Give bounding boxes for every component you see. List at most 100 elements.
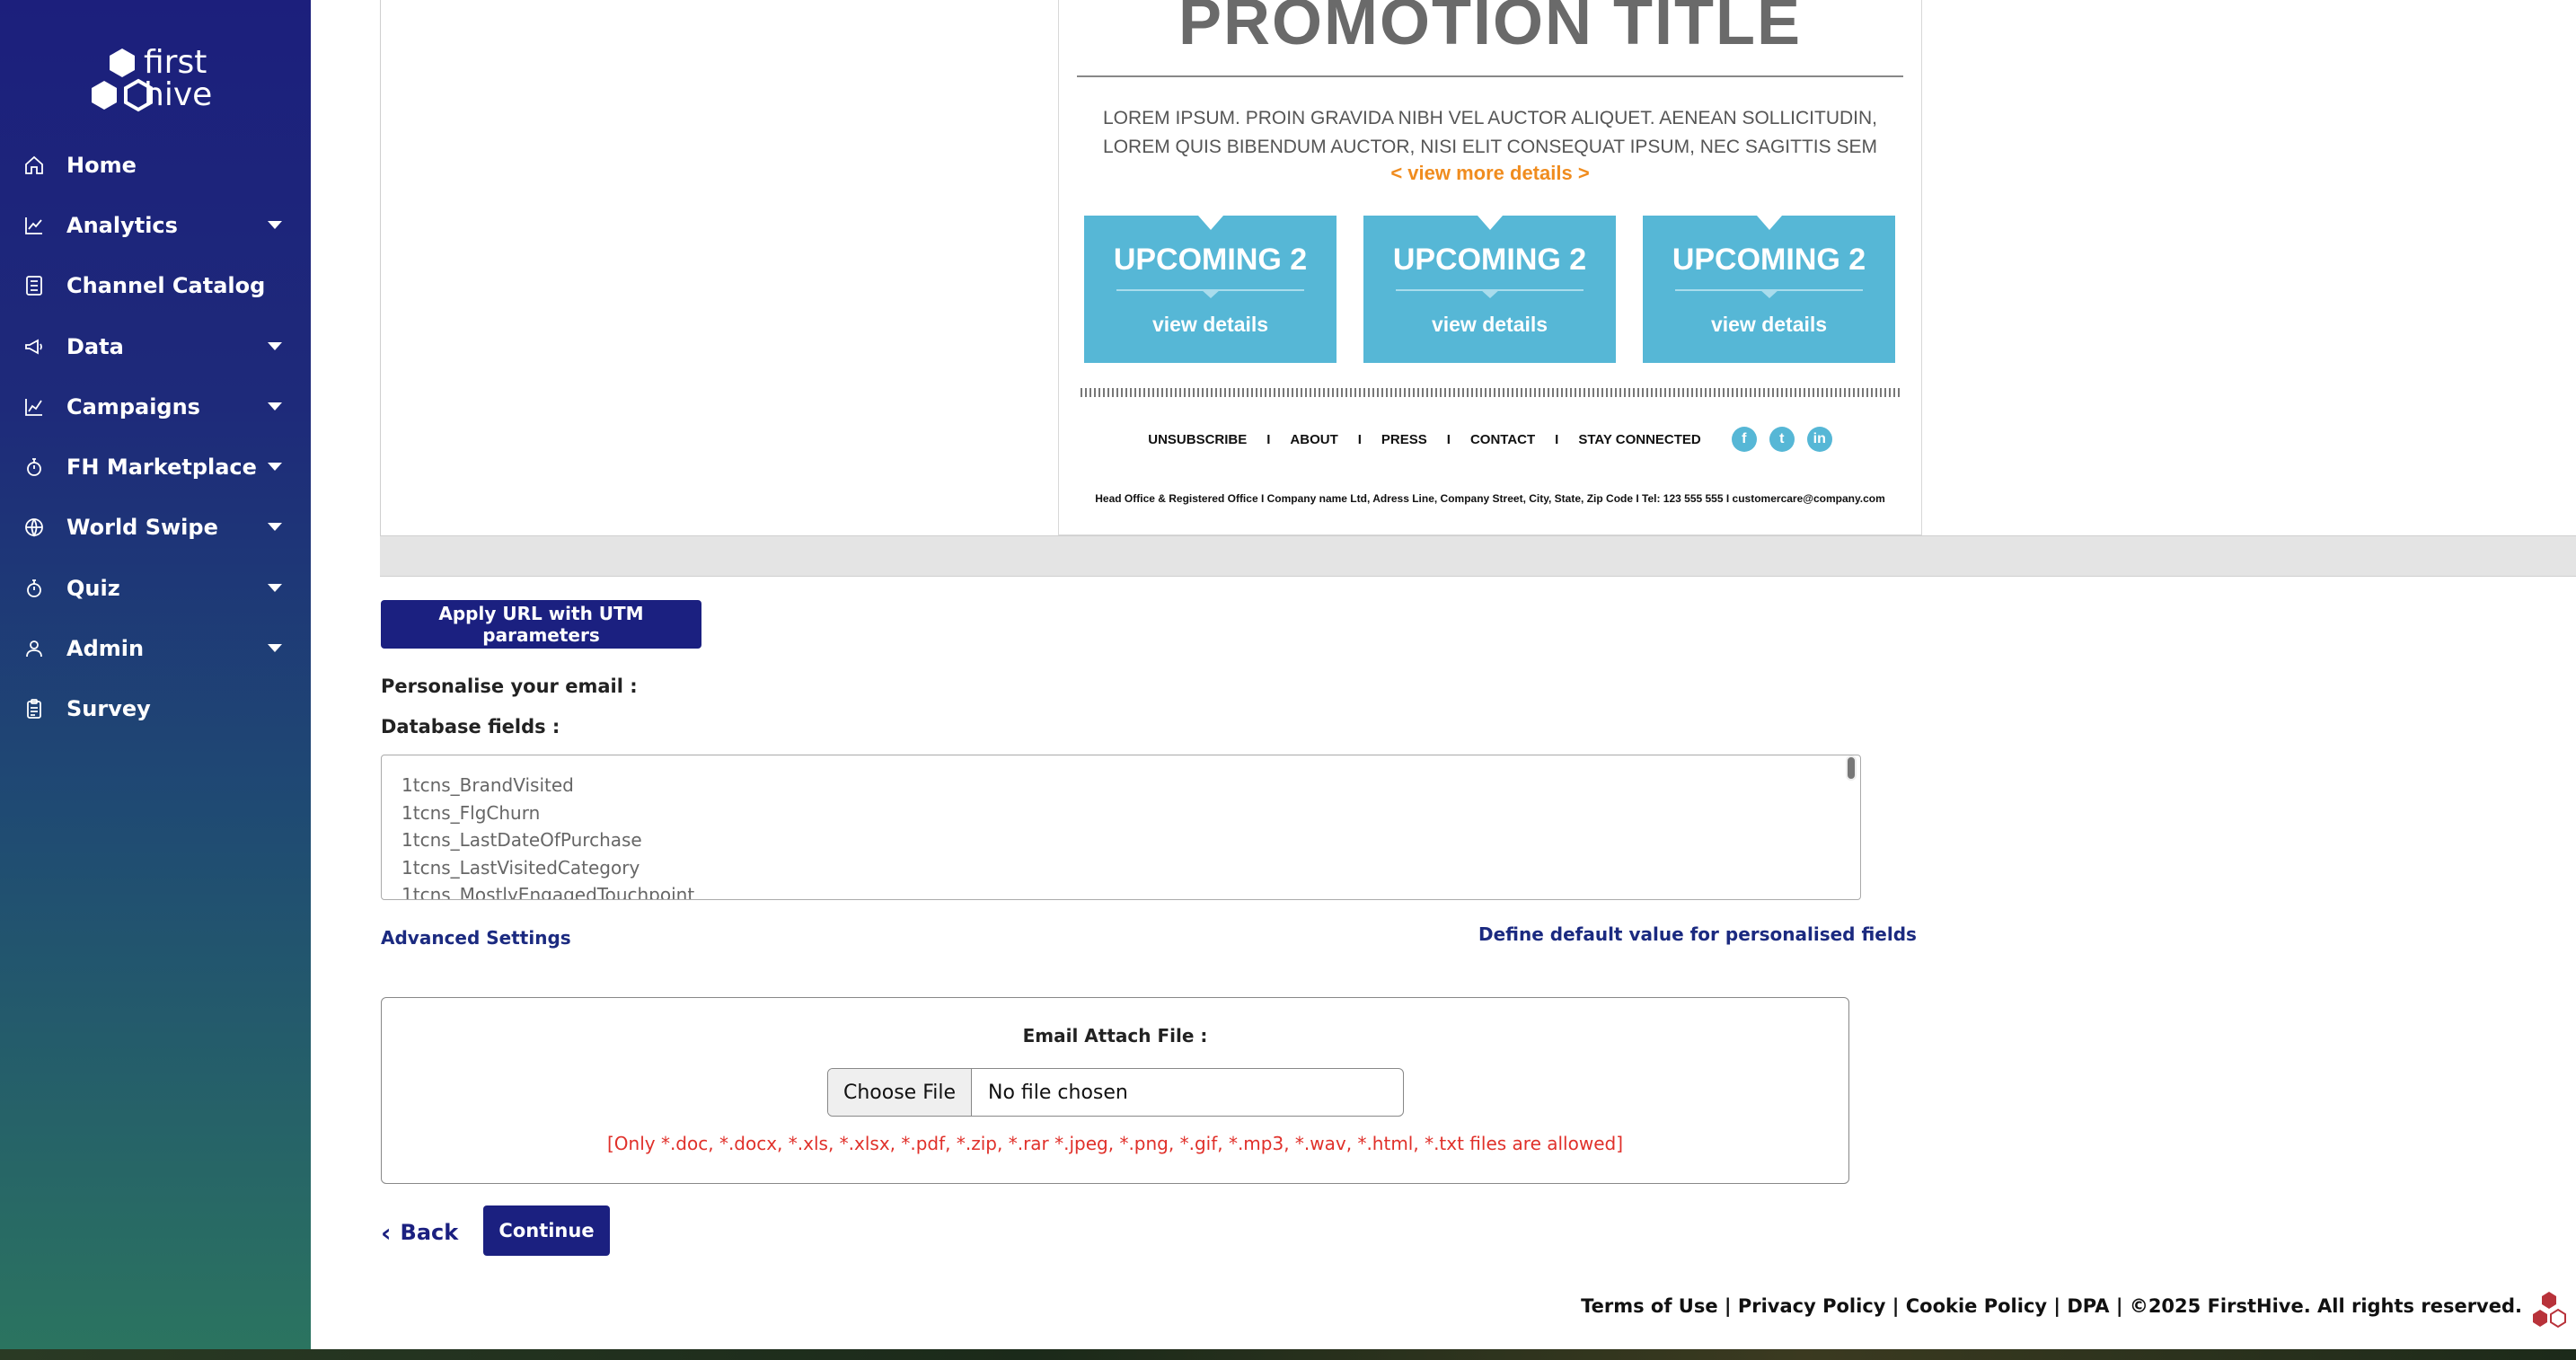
attach-file-label: Email Attach File : [1022, 1025, 1208, 1046]
tile-divider-notch [1759, 289, 1779, 298]
email-template-card: PROMOTION TITLE LOREM IPSUM. PROIN GRAVI… [1058, 0, 1922, 535]
tile-view-details-link[interactable]: view details [1084, 313, 1337, 337]
campaign-chart-icon [23, 396, 45, 418]
globe-icon [23, 517, 45, 538]
promotion-body-line: LOREM QUIS BIBENDUM AUCTOR, NISI ELIT CO… [1103, 137, 1877, 157]
dashed-divider [1081, 388, 1900, 397]
promotion-title: PROMOTION TITLE [1178, 0, 1802, 58]
promotion-body-line: LOREM IPSUM. PROIN GRAVIDA NIBH VEL AUCT… [1103, 108, 1877, 128]
list-scrollbar[interactable] [1846, 755, 1857, 781]
email-footer-links: UNSUBSCRIBE I ABOUT I PRESS I CONTACT I … [1059, 427, 1921, 452]
sidebar-item-label: Survey [66, 696, 151, 722]
sidebar-nav: Home Analytics Channel Catalog Data Camp… [0, 135, 311, 739]
continue-button[interactable]: Continue [483, 1205, 610, 1256]
sidebar-item-label: Home [66, 152, 137, 178]
chevron-down-icon [268, 644, 282, 653]
social-icons: f t in [1719, 427, 1832, 452]
chevron-down-icon [268, 402, 282, 411]
sidebar-item-admin[interactable]: Admin [0, 618, 311, 678]
email-attach-panel: Email Attach File : Choose File No file … [381, 997, 1849, 1184]
upcoming-tile[interactable]: UPCOMING 2 view details [1643, 216, 1895, 363]
tile-notch [1197, 216, 1223, 230]
sidebar-item-fh-marketplace[interactable]: FH Marketplace [0, 437, 311, 497]
promotion-body: LOREM IPSUM. PROIN GRAVIDA NIBH VEL AUCT… [1059, 104, 1921, 162]
upcoming-tiles: UPCOMING 2 view details UPCOMING 2 view … [1084, 216, 1898, 363]
facebook-icon[interactable]: f [1731, 427, 1757, 452]
sidebar-item-label: Campaigns [66, 393, 200, 419]
sidebar-item-analytics[interactable]: Analytics [0, 195, 311, 255]
sidebar-item-label: World Swipe [66, 515, 218, 541]
allowed-file-types-note: [Only *.doc, *.docx, *.xls, *.xlsx, *.pd… [606, 1133, 1624, 1154]
tile-view-details-link[interactable]: view details [1643, 313, 1895, 337]
analytics-chart-icon [23, 215, 45, 236]
unsubscribe-link[interactable]: UNSUBSCRIBE [1148, 432, 1247, 447]
sidebar-item-label: Quiz [66, 575, 120, 601]
upcoming-tile[interactable]: UPCOMING 2 view details [1363, 216, 1616, 363]
sidebar-item-quiz[interactable]: Quiz [0, 558, 311, 618]
personalise-label: Personalise your email : [381, 676, 638, 697]
choose-file-button[interactable]: Choose File [828, 1069, 972, 1116]
head-office-address: Head Office & Registered Office I Compan… [1095, 492, 1733, 505]
list-item[interactable]: 1tcns_LastDateOfPurchase [401, 826, 694, 854]
chevron-down-icon [268, 463, 282, 472]
chevron-left-icon: ‹ [381, 1217, 392, 1248]
stopwatch-icon [23, 578, 45, 599]
preview-scroll-bar[interactable] [380, 535, 2576, 577]
chevron-down-icon [268, 523, 282, 532]
tile-view-details-link[interactable]: view details [1363, 313, 1616, 337]
contact-link[interactable]: CONTACT [1470, 432, 1535, 447]
list-item[interactable]: 1tcns_LastVisitedCategory [401, 854, 694, 882]
sidebar-item-survey[interactable]: Survey [0, 679, 311, 739]
sidebar-item-channel-catalog[interactable]: Channel Catalog [0, 256, 311, 316]
sidebar: first hive Home Analytics Channel Catalo… [0, 0, 311, 1349]
sidebar-item-world-swipe[interactable]: World Swipe [0, 498, 311, 558]
tile-divider-notch [1479, 289, 1500, 298]
advanced-settings-link[interactable]: Advanced Settings [381, 927, 571, 949]
home-icon [23, 155, 45, 176]
sidebar-item-label: Analytics [66, 212, 178, 238]
stopwatch-icon [23, 456, 45, 478]
database-fields-list[interactable]: 1tcns_BrandVisited 1tcns_FlgChurn 1tcns_… [381, 755, 1861, 900]
twitter-icon[interactable]: t [1769, 427, 1795, 452]
file-input[interactable]: Choose File No file chosen [827, 1068, 1404, 1117]
logo-line-hive: hive [144, 76, 213, 113]
logo-wordmark: first hive [144, 47, 212, 111]
view-more-details-link[interactable]: < view more details > [1059, 162, 1921, 185]
list-item[interactable]: 1tcns_BrandVisited [401, 772, 694, 799]
chevron-down-icon [268, 341, 282, 350]
about-link[interactable]: ABOUT [1290, 432, 1337, 447]
page-footer[interactable]: Terms of Use | Privacy Policy | Cookie P… [1581, 1295, 2522, 1317]
file-name-text: No file chosen [988, 1081, 1128, 1104]
stay-connected-label: STAY CONNECTED [1578, 431, 1701, 447]
customer-care-email[interactable]: customercare@company.com [1733, 492, 1885, 505]
catalog-list-icon [23, 275, 45, 296]
press-link[interactable]: PRESS [1381, 432, 1427, 447]
sidebar-item-data[interactable]: Data [0, 316, 311, 376]
head-office-text: Head Office & Registered Office I Compan… [1059, 492, 1921, 505]
back-label: Back [400, 1220, 459, 1245]
tile-title: UPCOMING 2 [1113, 243, 1308, 277]
database-fields-label: Database fields : [381, 716, 560, 737]
back-button[interactable]: ‹ Back [381, 1214, 458, 1250]
logo-line-first: first [144, 44, 207, 81]
define-default-value-link[interactable]: Define default value for personalised fi… [1478, 923, 1917, 945]
tile-title: UPCOMING 2 [1672, 243, 1866, 277]
sidebar-item-label: FH Marketplace [66, 455, 257, 481]
sidebar-item-label: Data [66, 333, 124, 359]
sidebar-item-label: Admin [66, 636, 145, 662]
upcoming-tile[interactable]: UPCOMING 2 view details [1084, 216, 1337, 363]
apply-utm-button[interactable]: Apply URL with UTM parameters [381, 600, 701, 649]
tile-notch [1756, 216, 1782, 230]
user-icon [23, 638, 45, 659]
firsthive-mark-icon [2533, 1292, 2566, 1329]
list-item[interactable]: 1tcns_FlgChurn [401, 799, 694, 827]
sidebar-item-campaigns[interactable]: Campaigns [0, 376, 311, 437]
separator: I [1446, 431, 1451, 447]
separator: I [1555, 431, 1559, 447]
clipboard-icon [23, 698, 45, 720]
list-item[interactable]: 1tcns_MostlyEngagedTouchpoint [401, 881, 694, 899]
sidebar-item-home[interactable]: Home [0, 135, 311, 195]
chevron-down-icon [268, 220, 282, 229]
linkedin-icon[interactable]: in [1806, 427, 1832, 452]
sidebar-item-label: Channel Catalog [66, 273, 266, 299]
